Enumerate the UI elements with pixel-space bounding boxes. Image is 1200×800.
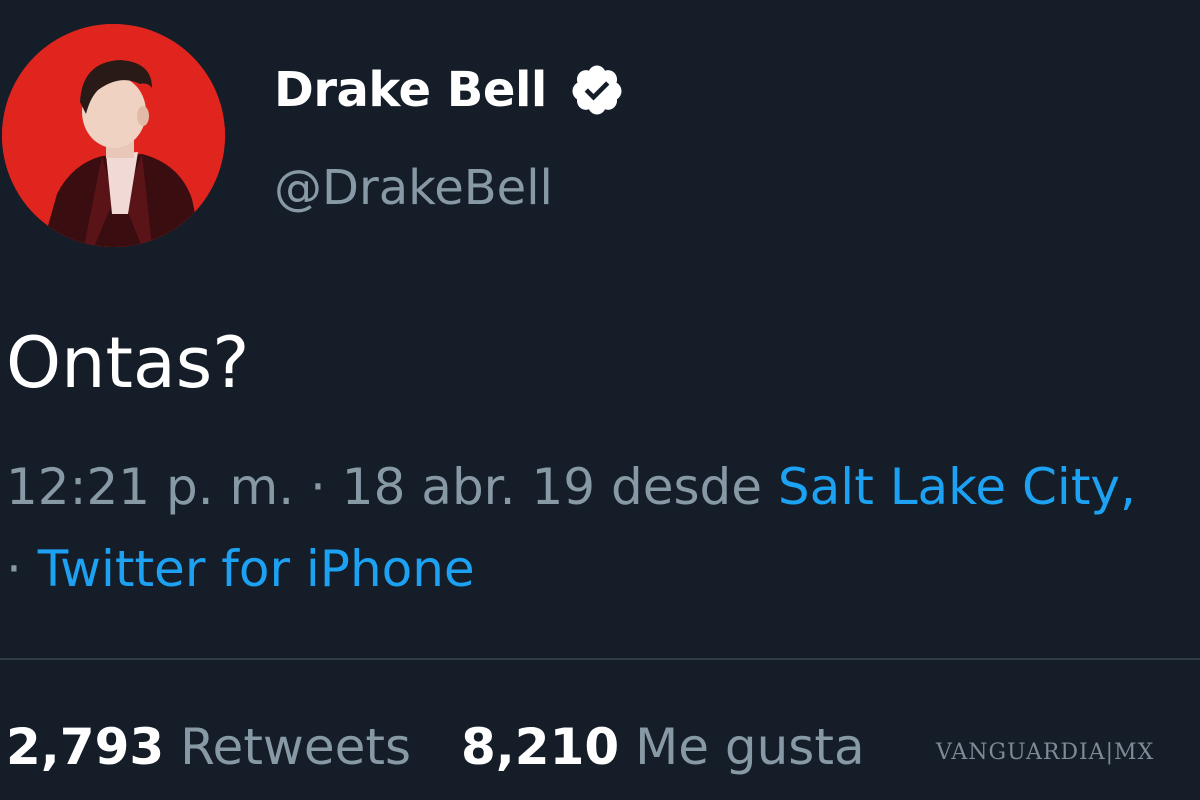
display-name[interactable]: Drake Bell	[274, 62, 547, 118]
user-handle[interactable]: @DrakeBell	[274, 160, 553, 216]
tweet-text: Ontas?	[6, 322, 250, 404]
tweet-source-link[interactable]: Twitter for iPhone	[38, 540, 475, 598]
divider	[0, 658, 1200, 660]
avatar[interactable]	[2, 24, 225, 247]
tweet-meta: 12:21 p. m. · 18 abr. 19 desde Salt Lake…	[6, 458, 1136, 516]
likes-stat[interactable]: 8,210 Me gusta	[461, 718, 865, 776]
name-row: Drake Bell	[274, 58, 625, 122]
avatar-photo	[2, 24, 225, 247]
tweet-location-link[interactable]: Salt Lake City,	[778, 458, 1136, 516]
tweet-source-line: · Twitter for iPhone	[6, 540, 475, 598]
retweets-label: Retweets	[180, 718, 411, 776]
likes-count: 8,210	[461, 718, 620, 776]
tweet-stats: 2,793 Retweets 8,210 Me gusta	[6, 718, 865, 776]
likes-label: Me gusta	[635, 718, 865, 776]
tweet-card: Drake Bell @DrakeBell Ontas? 12:21 p. m.…	[0, 0, 1200, 800]
verified-badge-icon	[569, 62, 625, 118]
tweet-timestamp[interactable]: 12:21 p. m. · 18 abr. 19 desde	[6, 458, 762, 516]
retweets-count: 2,793	[6, 718, 165, 776]
watermark: VANGUARDIA|MX	[936, 740, 1155, 765]
retweets-stat[interactable]: 2,793 Retweets	[6, 718, 411, 776]
meta-separator: ·	[6, 540, 38, 598]
